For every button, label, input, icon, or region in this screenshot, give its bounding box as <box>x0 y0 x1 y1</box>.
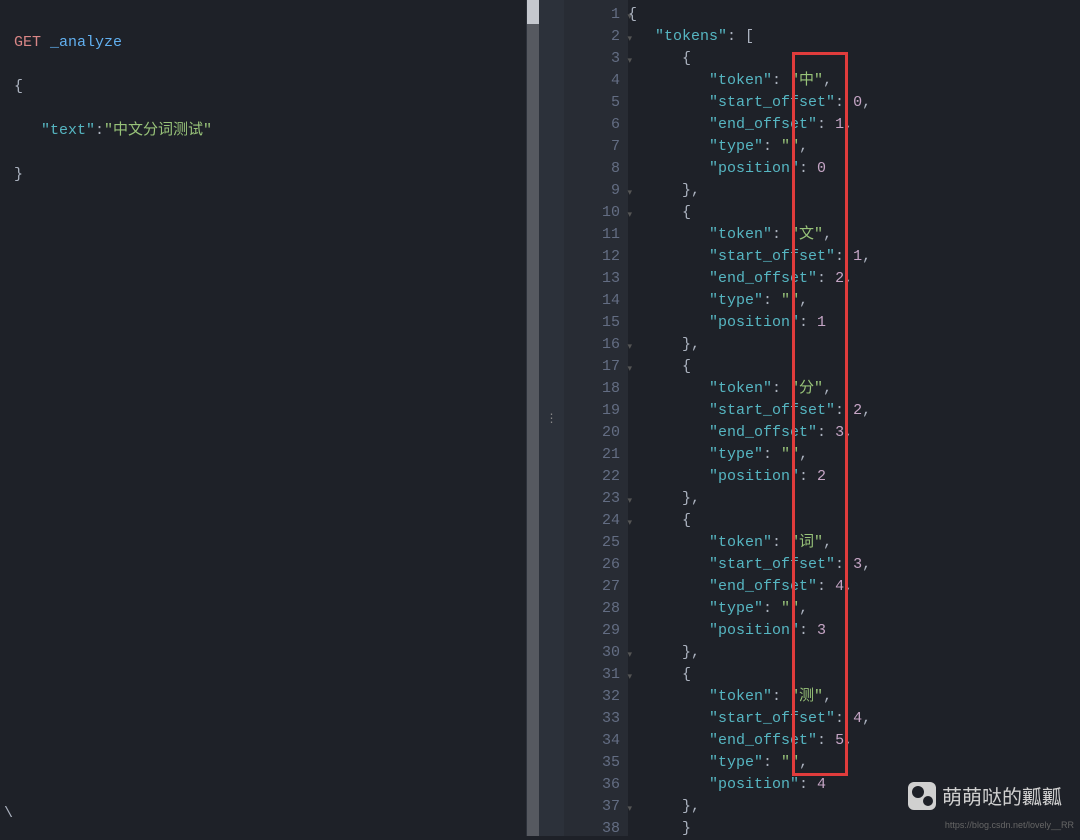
scrollbar-track[interactable] <box>527 24 539 836</box>
divider-handle-icon[interactable]: ⋮ <box>546 411 559 426</box>
line-number: 6 <box>564 114 628 136</box>
line-number: 33 <box>564 708 628 730</box>
line-number: 22 <box>564 466 628 488</box>
line-number: 20 <box>564 422 628 444</box>
http-method: GET <box>14 34 41 51</box>
line-number: 14 <box>564 290 628 312</box>
line-number: 13 <box>564 268 628 290</box>
line-number: 19 <box>564 400 628 422</box>
line-number: 28 <box>564 598 628 620</box>
cursor-indicator: \ <box>4 805 13 822</box>
line-number: 8 <box>564 158 628 180</box>
line-number: 25 <box>564 532 628 554</box>
line-number: 21 <box>564 444 628 466</box>
line-number: 30 <box>564 642 628 664</box>
line-number: 23 <box>564 488 628 510</box>
line-number: 17 <box>564 356 628 378</box>
line-number: 5 <box>564 92 628 114</box>
line-number: 32 <box>564 686 628 708</box>
line-number: 9 <box>564 180 628 202</box>
line-number: 37 <box>564 796 628 818</box>
line-number: 24 <box>564 510 628 532</box>
scrollbar-thumb[interactable] <box>527 0 539 24</box>
line-number: 31 <box>564 664 628 686</box>
line-number: 36 <box>564 774 628 796</box>
line-number: 27 <box>564 576 628 598</box>
line-number: 10 <box>564 202 628 224</box>
request-editor-pane[interactable]: GET _analyze { "text":"中文分词测试" } \ <box>0 0 540 836</box>
left-scrollbar[interactable] <box>526 0 540 836</box>
pane-divider[interactable]: ⋮ <box>540 0 564 836</box>
line-number: 7 <box>564 136 628 158</box>
line-number: 16 <box>564 334 628 356</box>
line-number: 11 <box>564 224 628 246</box>
line-number: 2 <box>564 26 628 48</box>
line-number: 29 <box>564 620 628 642</box>
line-number: 18 <box>564 378 628 400</box>
endpoint: _analyze <box>50 34 122 51</box>
line-number: 12 <box>564 246 628 268</box>
line-number: 34 <box>564 730 628 752</box>
request-code[interactable]: GET _analyze { "text":"中文分词测试" } <box>0 0 540 240</box>
response-code[interactable]: { "tokens": [ { "token": "中", "start_off… <box>628 0 1080 836</box>
line-number: 4 <box>564 70 628 92</box>
line-number: 1 <box>564 4 628 26</box>
line-number: 35 <box>564 752 628 774</box>
footer-url: https://blog.csdn.net/lovely__RR <box>945 820 1074 830</box>
line-number: 15 <box>564 312 628 334</box>
line-number: 38 <box>564 818 628 840</box>
line-number-gutter: 1234567891011121314151617181920212223242… <box>564 0 628 836</box>
line-number: 26 <box>564 554 628 576</box>
line-number: 3 <box>564 48 628 70</box>
response-editor-pane[interactable]: 1234567891011121314151617181920212223242… <box>564 0 1080 836</box>
